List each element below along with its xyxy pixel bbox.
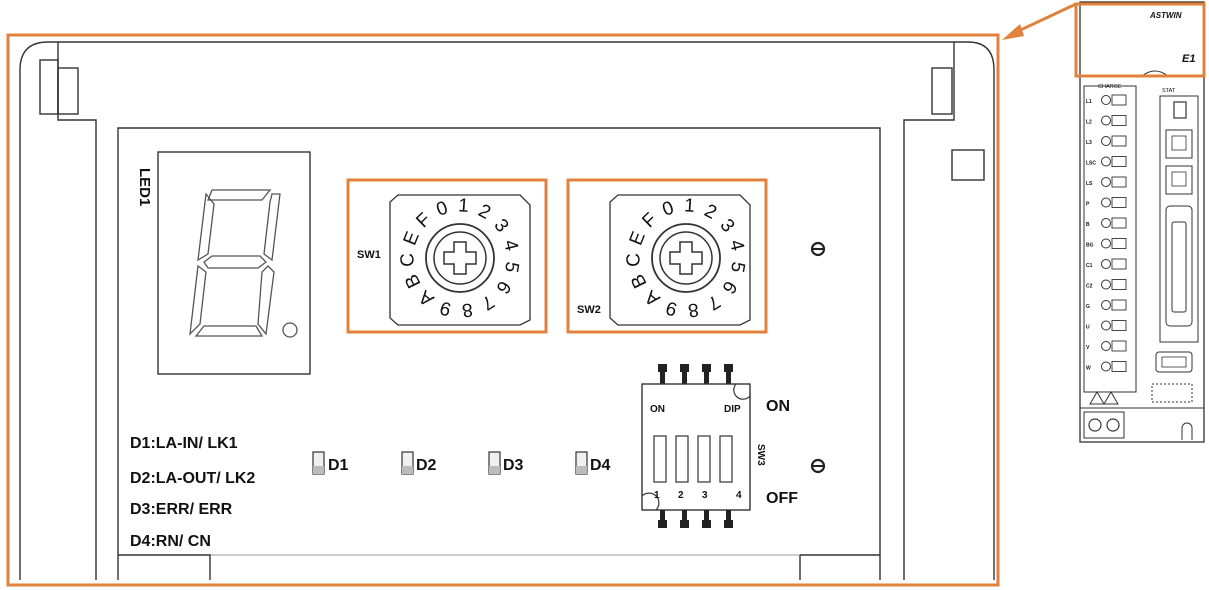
terminal-label: L1 [1086, 99, 1092, 105]
dip-switch-sw3[interactable]: ON DIP 1 2 3 4 SW3 ON OFF [641, 364, 798, 528]
led-d1: D1 [312, 451, 349, 475]
rotary-digit-1: 1 [684, 195, 696, 217]
terminal-label: G [1086, 304, 1090, 310]
sw1-dial[interactable] [425, 223, 495, 293]
rotary-digit-1: 1 [458, 195, 470, 217]
dip-off-label: OFF [766, 490, 798, 507]
drive-front-label: E1 [1182, 53, 1195, 65]
sw1-label: SW1 [357, 249, 381, 261]
terminal-label: L2 [1086, 120, 1092, 126]
dip-top-pins [658, 364, 733, 384]
dip-bottom-pins [658, 510, 733, 528]
servo-drive-thumbnail: ASTWIN E1 CHARGE STAT L1L2L3LSCLSPBBGC1C… [1074, 1, 1206, 443]
led-d2: D2 [401, 451, 437, 475]
led-d2-label: D2 [416, 457, 437, 474]
terminal-label: B [1086, 222, 1090, 228]
screw-lower [810, 458, 826, 474]
rotary-digit-c: C [623, 253, 644, 267]
rotary-digit-c: C [397, 253, 418, 267]
rotary-switch-sw1[interactable]: 0 1 23456789ABCEF SW1 [346, 178, 548, 334]
led1-label: LED1 [136, 168, 153, 206]
led-d3: D3 [488, 451, 524, 475]
led-d4-label: D4 [590, 457, 611, 474]
ground-screw [1088, 418, 1102, 432]
usb-port [1173, 101, 1187, 119]
dip-text: DIP [724, 404, 741, 415]
led-row: D1 D2 D3 D4 [312, 451, 611, 475]
terminal-label: LS [1086, 181, 1093, 187]
dip-position-1: 1 [654, 490, 660, 501]
legend-d3: D3:ERR/ ERR [130, 501, 233, 518]
dip-position-3: 3 [702, 490, 708, 501]
led-d3-label: D3 [503, 457, 524, 474]
sw2-label: SW2 [577, 304, 601, 316]
rotary-switch-sw2[interactable]: 0 1 23456789ABCEF SW2 [566, 178, 768, 334]
dip-position-2: 2 [678, 490, 684, 501]
terminal-label: C2 [1086, 284, 1093, 290]
led-legend: D1:LA-IN/ LK1 D2:LA-OUT/ LK2 D3:ERR/ ERR… [130, 435, 255, 550]
terminal-label: U [1086, 325, 1090, 331]
terminal-label: BG [1086, 243, 1094, 249]
screw-upper [810, 241, 826, 257]
terminal-label: W [1086, 366, 1091, 372]
legend-d4: D4:RN/ CN [130, 533, 211, 550]
dip-switch-panel-diagram: LED1 0 1 23456789ABCEF SW1 0 1 23456789ABCEF… [6, 1, 1206, 587]
callout-arrow [1002, 2, 1077, 40]
drive-charge-label: CHARGE [1098, 84, 1122, 90]
sw3-label: SW3 [755, 444, 766, 466]
terminal-label: LSC [1086, 161, 1096, 167]
terminal-label: L3 [1086, 140, 1092, 146]
ground-screw [1106, 418, 1120, 432]
seven-segment-display: LED1 [136, 151, 311, 375]
led-d1-label: D1 [328, 457, 349, 474]
legend-d2: D2:LA-OUT/ LK2 [130, 470, 255, 487]
dip-on-label: ON [766, 398, 790, 415]
drive-model-text: ASTWIN [1149, 11, 1182, 20]
dip-position-4: 4 [736, 490, 742, 501]
legend-d1: D1:LA-IN/ LK1 [130, 435, 238, 452]
terminal-label: C1 [1086, 263, 1093, 269]
dip-on-small: ON [650, 404, 665, 415]
led-d4: D4 [575, 451, 611, 475]
sw2-dial[interactable] [651, 223, 721, 293]
drive-stat-label: STAT [1162, 88, 1176, 94]
